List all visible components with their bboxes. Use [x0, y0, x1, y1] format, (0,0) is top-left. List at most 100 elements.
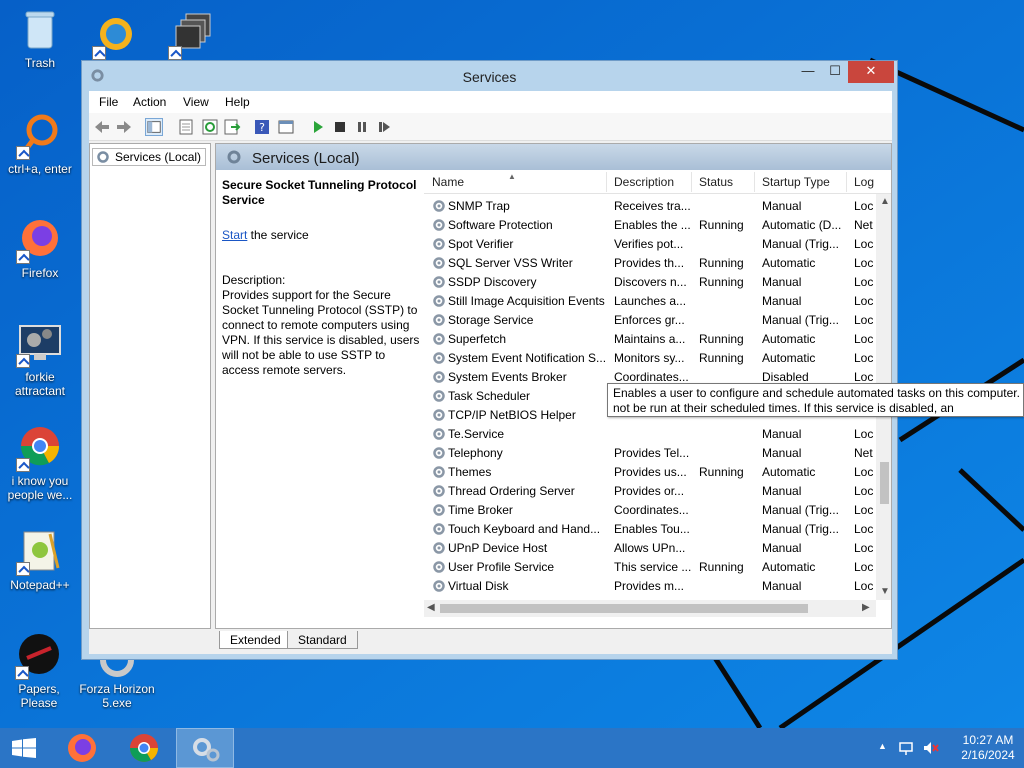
shortcut-arrow-icon: [16, 146, 30, 160]
table-row[interactable]: Software Protection Enables the ... Runnin…: [424, 216, 876, 235]
vertical-scroll-thumb[interactable]: [880, 462, 889, 504]
service-startup-cell: Automatic: [762, 560, 816, 574]
service-description-cell: Enables the ...: [614, 218, 691, 232]
table-row[interactable]: Themes Provides us... Running Automatic Loc: [424, 463, 876, 482]
desktop-icon-label: forkie attractant: [14, 370, 66, 398]
column-separator[interactable]: [606, 172, 607, 192]
back-arrow-icon[interactable]: [93, 118, 111, 136]
table-row[interactable]: Telephony Provides Tel... Manual Net: [424, 444, 876, 463]
column-header-log-on-as[interactable]: Log: [854, 175, 874, 189]
scroll-up-icon[interactable]: ▲: [880, 196, 890, 207]
table-row[interactable]: Superfetch Maintains a... Running Automatic…: [424, 330, 876, 349]
properties-sheet-icon[interactable]: [177, 118, 195, 136]
service-status-cell: Running: [699, 275, 744, 289]
refresh-icon[interactable]: [201, 118, 219, 136]
column-separator[interactable]: [846, 172, 847, 192]
table-row[interactable]: SQL Server VSS Writer Provides th... Runni…: [424, 254, 876, 273]
column-header-startup-type[interactable]: Startup Type: [762, 175, 830, 189]
taskbar-services[interactable]: [176, 728, 234, 768]
table-row[interactable]: Storage Service Enforces gr... Manual (Tri…: [424, 311, 876, 330]
table-row[interactable]: Time Broker Coordinates... Manual (Trig...…: [424, 501, 876, 520]
menu-view[interactable]: View: [183, 95, 209, 109]
table-row[interactable]: Te.Service Manual Loc: [424, 425, 876, 444]
notepad-plus-plus-icon: [16, 528, 64, 576]
desktop-icon-papers-please[interactable]: Papers, Please: [0, 632, 78, 710]
show-hide-console-tree-icon[interactable]: [145, 118, 163, 136]
tab-standard[interactable]: Standard: [287, 631, 358, 649]
export-list-icon[interactable]: [223, 118, 241, 136]
service-startup-cell: Manual: [762, 484, 802, 498]
service-gear-icon: [433, 219, 445, 231]
service-logon-cell: Loc: [854, 427, 874, 441]
service-status-cell: Running: [699, 218, 744, 232]
desktop-icon-trash[interactable]: Trash: [0, 6, 80, 70]
table-row[interactable]: Touch Keyboard and Hand... Enables Tou...…: [424, 520, 876, 539]
service-gear-icon: [433, 352, 445, 364]
table-row[interactable]: Still Image Acquisition Events Launches a…: [424, 292, 876, 311]
table-row[interactable]: Virtual Disk Provides m... Manual Loc: [424, 577, 876, 596]
table-row[interactable]: SSDP Discovery Discovers n... Running Manua…: [424, 273, 876, 292]
menu-action[interactable]: Action: [133, 95, 166, 109]
forward-arrow-icon[interactable]: [115, 118, 133, 136]
scroll-down-icon[interactable]: ▼: [880, 586, 890, 597]
service-description-cell: Coordinates...: [614, 370, 689, 384]
console-view-icon[interactable]: [277, 118, 295, 136]
start-button[interactable]: [0, 728, 48, 768]
table-row[interactable]: SNMP Trap Receives tra... Manual Loc: [424, 197, 876, 216]
services-gear-icon: [97, 151, 109, 163]
desktop-icon-chrome[interactable]: i know you people we...: [0, 424, 80, 502]
pause-service-icon[interactable]: [353, 118, 371, 136]
horizontal-scrollbar[interactable]: ◀ ▶: [424, 600, 876, 617]
scroll-right-icon[interactable]: ▶: [862, 602, 870, 613]
start-service-icon[interactable]: [309, 118, 327, 136]
windows-logo-icon: [12, 738, 36, 758]
desktop-icon-forkie-attractant[interactable]: forkie attractant: [0, 320, 80, 398]
table-row[interactable]: UPnP Device Host Allows UPn... Manual Loc: [424, 539, 876, 558]
desktop-icon-firefox[interactable]: Firefox: [0, 216, 80, 280]
service-description-cell: Maintains a...: [614, 332, 686, 346]
volume-muted-icon[interactable]: [922, 740, 940, 756]
table-row[interactable]: Thread Ordering Server Provides or... Manu…: [424, 482, 876, 501]
chrome-icon: [130, 734, 158, 762]
desktop-icon-notepadpp[interactable]: Notepad++: [0, 528, 80, 592]
start-service-link[interactable]: Start: [222, 228, 247, 242]
service-logon-cell: Loc: [854, 370, 874, 384]
service-description-cell: Provides us...: [614, 465, 687, 479]
service-startup-cell: Automatic: [762, 465, 816, 479]
desktop-icon-app-1[interactable]: [76, 12, 156, 62]
restart-service-icon[interactable]: [375, 118, 393, 136]
tab-extended[interactable]: Extended: [219, 631, 292, 649]
clock-date: 2/16/2024: [961, 748, 1015, 762]
scroll-left-icon[interactable]: ◀: [427, 602, 435, 613]
stop-service-icon[interactable]: [331, 118, 349, 136]
trash-icon: [16, 6, 64, 54]
menu-file[interactable]: File: [99, 95, 118, 109]
network-icon[interactable]: [898, 740, 914, 756]
service-logon-cell: Loc: [854, 294, 874, 308]
maximize-button[interactable]: ☐: [822, 61, 848, 83]
desktop-icon-app-2[interactable]: [152, 12, 232, 62]
window-titlebar[interactable]: Services — ☐ ✕: [82, 61, 897, 91]
column-header-description[interactable]: Description: [614, 175, 674, 189]
taskbar-firefox[interactable]: [54, 728, 110, 768]
column-header-status[interactable]: Status: [699, 175, 733, 189]
horizontal-scroll-thumb[interactable]: [440, 604, 808, 613]
service-startup-cell: Manual: [762, 199, 802, 213]
help-icon[interactable]: ?: [253, 118, 271, 136]
table-row[interactable]: Spot Verifier Verifies pot... Manual (Trig…: [424, 235, 876, 254]
show-hidden-icons-chevron-icon[interactable]: ▲: [878, 741, 887, 751]
desktop-icon-ctrl-a-enter[interactable]: ctrl+a, enter: [0, 112, 80, 176]
table-row[interactable]: User Profile Service This service ... Runn…: [424, 558, 876, 577]
service-description-cell: Monitors sy...: [614, 351, 685, 365]
menu-help[interactable]: Help: [225, 95, 250, 109]
column-separator[interactable]: [691, 172, 692, 192]
taskbar-chrome[interactable]: [116, 728, 172, 768]
column-separator[interactable]: [754, 172, 755, 192]
service-name-cell: Spot Verifier: [448, 237, 514, 251]
tree-item-services-local[interactable]: Services (Local): [92, 148, 207, 166]
close-button[interactable]: ✕: [848, 61, 894, 83]
taskbar-clock[interactable]: 10:27 AM 2/16/2024: [952, 733, 1024, 763]
minimize-button[interactable]: —: [795, 61, 821, 83]
table-row[interactable]: System Event Notification S... Monitors s…: [424, 349, 876, 368]
column-header-name[interactable]: Name: [432, 175, 464, 189]
